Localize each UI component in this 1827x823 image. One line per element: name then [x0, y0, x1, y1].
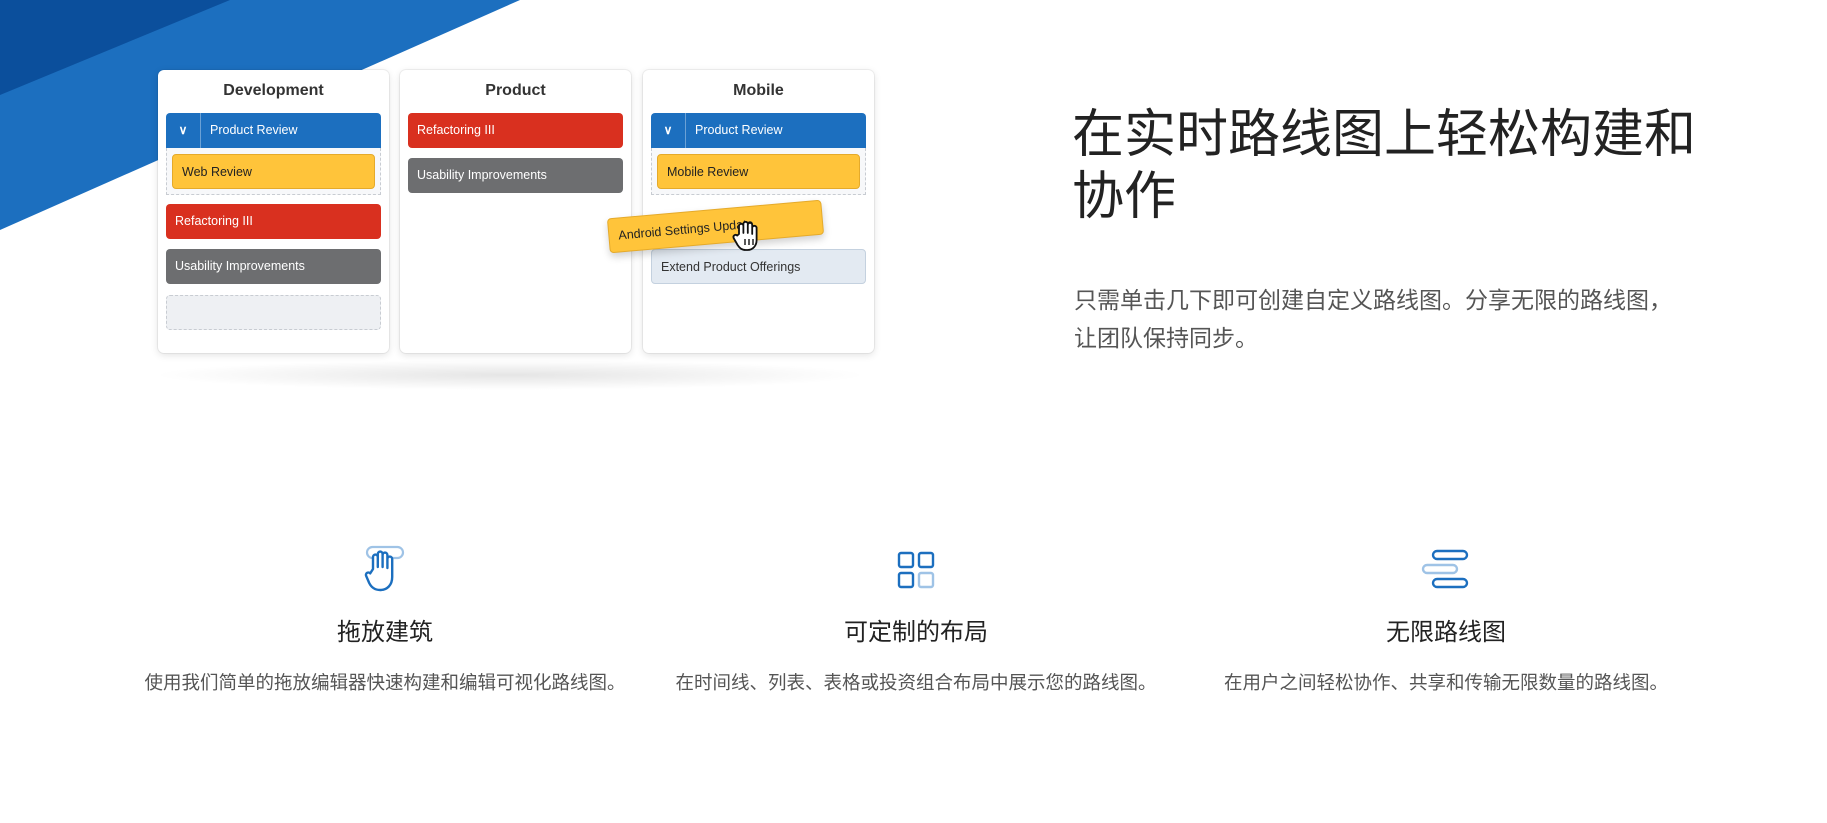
- column-title: Development: [223, 82, 324, 99]
- feature-title: 拖放建筑: [337, 618, 433, 646]
- roadmap-card[interactable]: Usability Improvements: [408, 158, 623, 193]
- feature-unlimited-roadmaps: 无限路线图 在用户之间轻松协作、共享和传输无限数量的路线图。: [1196, 545, 1696, 699]
- feature-drag-drop: 拖放建筑 使用我们简单的拖放编辑器快速构建和编辑可视化路线图。: [135, 545, 635, 699]
- group-label: Product Review: [695, 123, 783, 137]
- board-column-product: Product Refactoring III Usability Improv…: [400, 70, 631, 353]
- timeline-bars-icon: [1421, 549, 1469, 589]
- chevron-down-icon[interactable]: ∨: [166, 113, 201, 148]
- feature-title: 可定制的布局: [844, 618, 988, 646]
- card-group[interactable]: ∨ Product Review Mobile Review: [651, 113, 866, 195]
- group-label: Product Review: [210, 123, 298, 137]
- chevron-down-icon[interactable]: ∨: [651, 113, 686, 148]
- roadmap-card[interactable]: Refactoring III: [166, 204, 381, 239]
- grab-hand-cursor-icon: [732, 220, 758, 251]
- column-title: Product: [485, 82, 546, 99]
- column-title: Mobile: [733, 82, 784, 99]
- hero-description: 只需单击几下即可创建自定义路线图。分享无限的路线图，让团队保持同步。: [1074, 288, 1672, 352]
- feature-title: 无限路线图: [1386, 618, 1506, 646]
- group-body: Mobile Review: [651, 148, 866, 195]
- roadmap-card[interactable]: Web Review: [172, 154, 375, 189]
- drag-hand-icon: [364, 545, 405, 592]
- feature-custom-layout: 可定制的布局 在时间线、列表、表格或投资组合布局中展示您的路线图。: [666, 545, 1166, 699]
- grid-layout-icon: [897, 551, 935, 589]
- roadmap-card[interactable]: Usability Improvements: [166, 249, 381, 284]
- group-header[interactable]: ∨ Product Review: [651, 113, 866, 148]
- roadmap-card[interactable]: Mobile Review: [657, 154, 860, 189]
- group-header[interactable]: ∨ Product Review: [166, 113, 381, 148]
- feature-description: 在用户之间轻松协作、共享和传输无限数量的路线图。: [1223, 673, 1668, 694]
- group-body: Web Review: [166, 148, 381, 195]
- board-column-development: Development ∨ Product Review Web Review …: [158, 70, 389, 353]
- hero-title: 在实时路线图上轻松构建和协作: [1072, 105, 1697, 227]
- feature-description: 在时间线、列表、表格或投资组合布局中展示您的路线图。: [675, 673, 1157, 694]
- card-group[interactable]: ∨ Product Review Web Review: [166, 113, 381, 195]
- feature-description: 使用我们简单的拖放编辑器快速构建和编辑可视化路线图。: [144, 673, 626, 694]
- roadmap-card[interactable]: Refactoring III: [408, 113, 623, 148]
- roadmap-card[interactable]: Extend Product Offerings: [651, 249, 866, 284]
- drop-placeholder: [166, 295, 381, 330]
